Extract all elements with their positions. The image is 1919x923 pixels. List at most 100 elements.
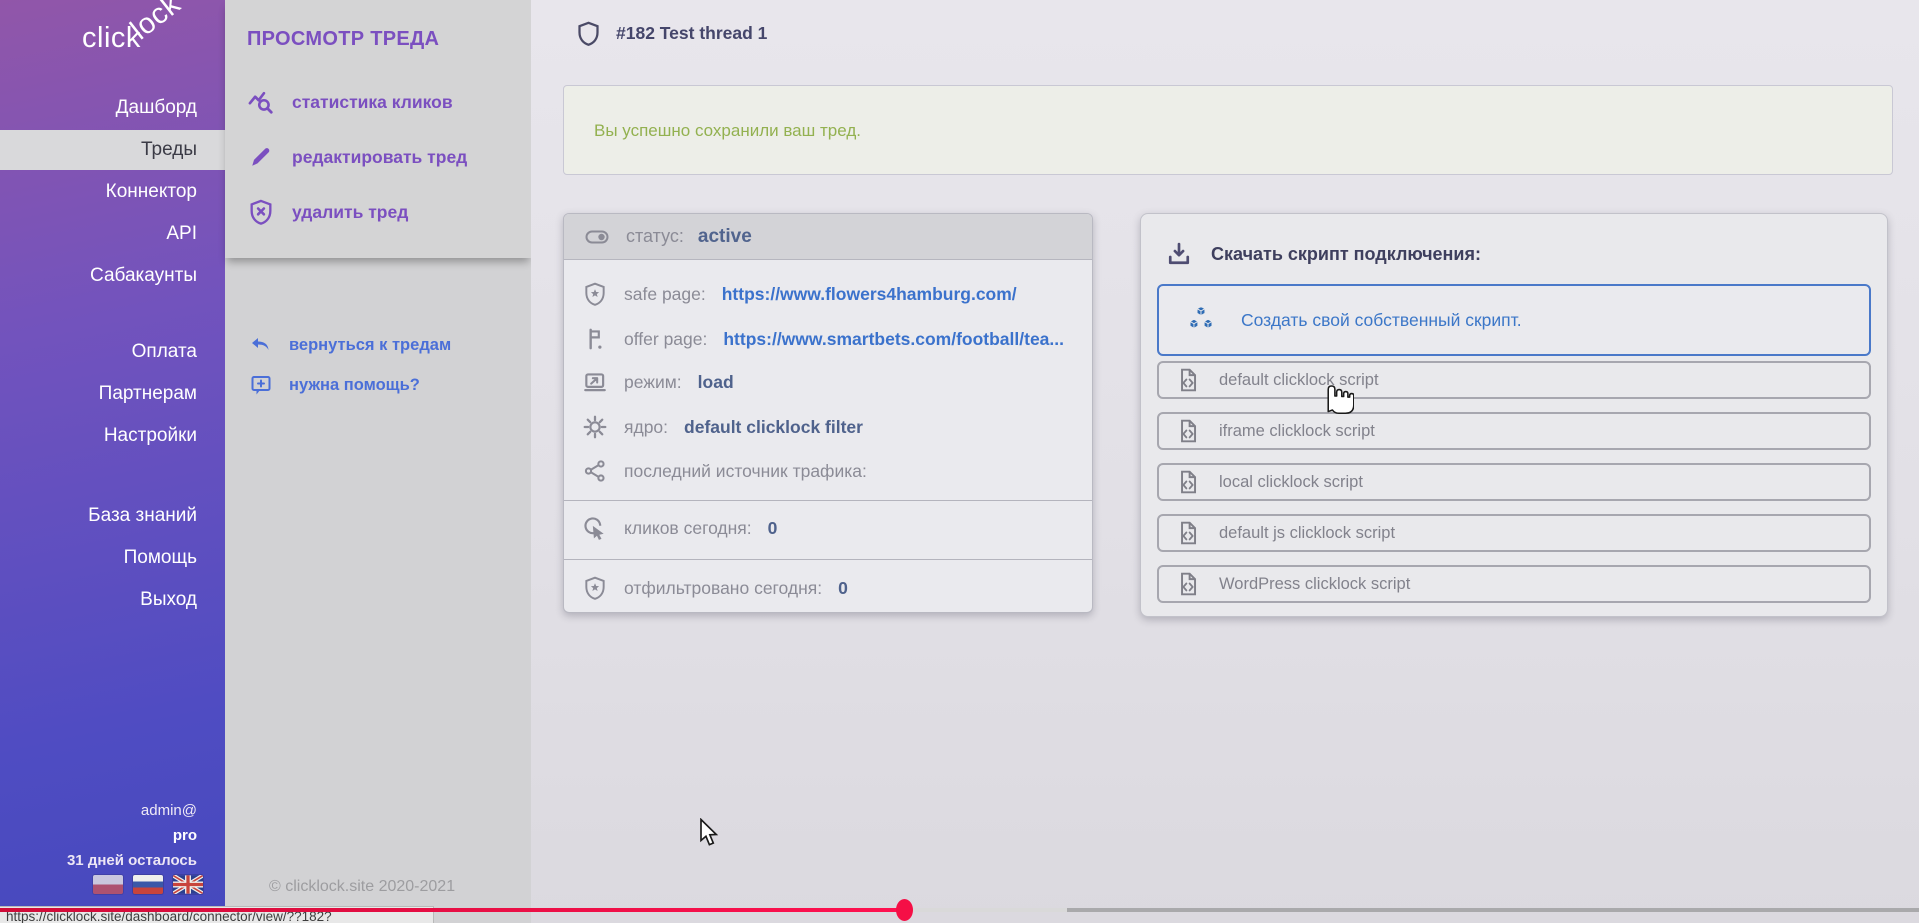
menu-link-label: нужна помощь? xyxy=(289,376,420,395)
menu-item-label: статистика кликов xyxy=(292,92,453,113)
shield-star-icon xyxy=(582,281,608,307)
video-progress-buffered[interactable] xyxy=(905,908,1067,912)
row-clicks-today: кликов сегодня: 0 xyxy=(582,513,777,543)
create-custom-script-label: Создать свой собственный скрипт. xyxy=(1241,310,1522,331)
script-button-wordpress[interactable]: WordPress clicklock script xyxy=(1157,565,1871,603)
video-progress-played[interactable] xyxy=(0,908,905,912)
sidebar-item-payment[interactable]: Оплата xyxy=(0,332,225,372)
stat-label: кликов сегодня: xyxy=(624,518,752,539)
account-info: admin@ pro 31 дней осталось xyxy=(67,798,197,873)
language-switcher xyxy=(93,875,203,894)
code-file-icon xyxy=(1175,571,1201,597)
row-label: safe page: xyxy=(624,284,706,305)
thread-menu-column: ПРОСМОТР ТРЕДА статистика кликов редакти… xyxy=(225,0,531,923)
script-button-label: default clicklock script xyxy=(1219,371,1379,390)
safe-page-link[interactable]: https://www.flowers4hamburg.com/ xyxy=(722,284,1017,305)
code-file-icon xyxy=(1175,367,1201,393)
clicks-today-value: 0 xyxy=(768,518,778,539)
uk-flag-icon[interactable] xyxy=(173,875,203,894)
create-custom-script-button[interactable]: Создать свой собственный скрипт. xyxy=(1157,284,1871,356)
cubes-icon xyxy=(1183,302,1219,338)
undo-icon xyxy=(249,333,273,357)
script-button-iframe[interactable]: iframe clicklock script xyxy=(1157,412,1871,450)
link-back-to-threads[interactable]: вернуться к тредам xyxy=(249,332,451,358)
sidebar-item-settings[interactable]: Настройки xyxy=(0,416,225,456)
mouse-hand-cursor xyxy=(1318,376,1354,416)
sidebar-item-connector[interactable]: Коннектор xyxy=(0,172,225,212)
download-icon xyxy=(1165,240,1193,268)
row-label: последний источник трафика: xyxy=(624,461,867,482)
status-label: статус: xyxy=(626,226,684,247)
download-panel-header: Скачать скрипт подключения: xyxy=(1165,240,1481,268)
sidebar-nav: Дашборд Треды Коннектор API Сабакаунты О… xyxy=(0,88,225,622)
script-button-default-js[interactable]: default js clicklock script xyxy=(1157,514,1871,552)
code-file-icon xyxy=(1175,418,1201,444)
status-header: статус: active xyxy=(564,214,1092,260)
gear-icon xyxy=(582,414,608,440)
download-scripts-panel: Скачать скрипт подключения: xyxy=(1140,213,1888,617)
status-value: active xyxy=(698,226,752,248)
row-label: режим: xyxy=(624,372,682,393)
sidebar-item-help[interactable]: Помощь xyxy=(0,538,225,578)
account-plan: pro xyxy=(67,823,197,848)
row-safe-page: safe page: https://www.flowers4hamburg.c… xyxy=(582,279,1017,309)
thread-status-card: статус: active safe page: https://www.fl… xyxy=(563,213,1093,613)
menu-item-click-stats[interactable]: статистика кликов xyxy=(247,86,453,118)
success-alert-text: Вы успешно сохранили ваш тред. xyxy=(594,121,861,141)
sidebar-item-partners[interactable]: Партнерам xyxy=(0,374,225,414)
script-button-label: WordPress clicklock script xyxy=(1219,575,1410,594)
filtered-today-value: 0 xyxy=(838,578,848,599)
russia-flag-icon[interactable] xyxy=(133,875,163,894)
page-header: #182 Test thread 1 xyxy=(575,20,767,47)
main-content: #182 Test thread 1 Вы успешно сохранили … xyxy=(531,0,1919,923)
sidebar-item-knowledge-base[interactable]: База знаний xyxy=(0,496,225,536)
video-progress-remaining[interactable] xyxy=(1067,908,1919,912)
script-button-local[interactable]: local clicklock script xyxy=(1157,463,1871,501)
menu-link-label: вернуться к тредам xyxy=(289,336,451,355)
menu-item-edit-thread[interactable]: редактировать тред xyxy=(247,141,467,173)
success-alert: Вы успешно сохранили ваш тред. xyxy=(563,85,1893,175)
row-mode: режим: load xyxy=(582,367,734,397)
sidebar-item-api[interactable]: API xyxy=(0,214,225,254)
app-root: click lock Дашборд Треды Коннектор API С… xyxy=(0,0,1919,923)
click-cursor-icon xyxy=(582,515,608,541)
menu-item-label: удалить тред xyxy=(292,202,408,223)
offer-page-link[interactable]: https://www.smartbets.com/football/tea..… xyxy=(723,329,1064,350)
divider xyxy=(564,559,1092,560)
pencil-icon xyxy=(247,143,275,171)
shield-icon xyxy=(575,20,602,47)
script-button-label: iframe clicklock script xyxy=(1219,422,1375,441)
row-label: offer page: xyxy=(624,329,707,350)
stats-search-icon xyxy=(247,88,275,116)
shield-x-icon xyxy=(247,198,275,226)
script-button-default[interactable]: default clicklock script xyxy=(1157,361,1871,399)
code-file-icon xyxy=(1175,520,1201,546)
clicklock-logo[interactable]: click lock xyxy=(82,6,222,68)
menu-item-delete-thread[interactable]: удалить тред xyxy=(247,196,408,228)
mouse-arrow-cursor xyxy=(698,818,722,848)
sidebar-item-logout[interactable]: Выход xyxy=(0,580,225,620)
row-filtered-today: отфильтровано сегодня: 0 xyxy=(582,573,848,603)
comment-plus-icon xyxy=(249,373,273,397)
thread-menu-title: ПРОСМОТР ТРЕДА xyxy=(247,28,439,51)
row-label: ядро: xyxy=(624,417,668,438)
mode-value: load xyxy=(698,372,734,393)
sidebar-item-dashboard[interactable]: Дашборд xyxy=(0,88,225,128)
share-nodes-icon xyxy=(582,458,608,484)
download-panel-title: Скачать скрипт подключения: xyxy=(1211,244,1481,265)
menu-item-label: редактировать тред xyxy=(292,147,467,168)
stat-label: отфильтровано сегодня: xyxy=(624,578,822,599)
poland-flag-icon[interactable] xyxy=(93,875,123,894)
divider xyxy=(564,500,1092,501)
toggle-on-icon xyxy=(582,225,612,249)
sidebar-item-subaccounts[interactable]: Сабакаунты xyxy=(0,256,225,296)
core-value: default clicklock filter xyxy=(684,417,863,438)
video-progress-knob[interactable] xyxy=(896,899,913,921)
row-last-traffic-source: последний источник трафика: xyxy=(582,456,883,486)
flag-icon xyxy=(582,326,608,352)
sidebar-item-threads[interactable]: Треды xyxy=(0,130,225,170)
code-file-icon xyxy=(1175,469,1201,495)
row-core: ядро: default clicklock filter xyxy=(582,412,863,442)
monitor-arrow-icon xyxy=(582,369,608,395)
link-need-help[interactable]: нужна помощь? xyxy=(249,372,420,398)
